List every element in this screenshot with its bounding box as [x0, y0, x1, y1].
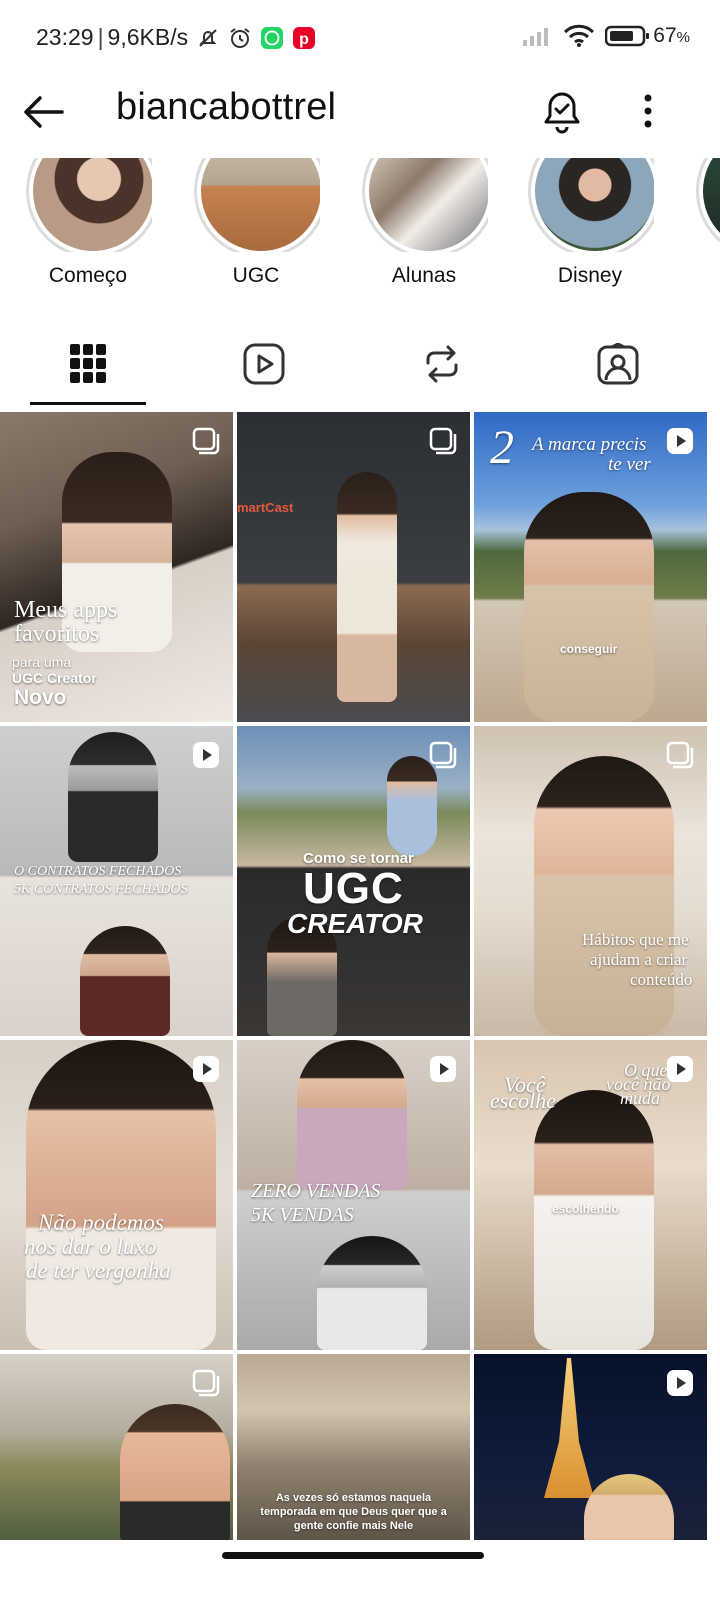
post-text: Meus apps [14, 597, 118, 623]
post-tile[interactable]: Hábitos que me ajudam a criar conteúdo [474, 726, 707, 1036]
post-text: 2 [490, 421, 514, 474]
reel-icon [430, 1056, 456, 1082]
more-vertical-icon[interactable] [636, 92, 660, 132]
back-arrow-icon[interactable] [20, 92, 68, 132]
post-tile[interactable]: martCast [237, 412, 470, 722]
post-text: temporada em que Deus quer que a [260, 1506, 447, 1518]
post-text: Novo [14, 686, 67, 709]
tab-reposts[interactable] [382, 328, 502, 400]
post-tile[interactable]: O CONTRATOS FECHADOS 5K CONTRATOS FECHAD… [0, 726, 233, 1036]
profile-header: biancabottrel [0, 78, 720, 148]
post-text: ajudam a criar [590, 950, 688, 969]
post-text: te ver [608, 454, 651, 475]
post-text: escolhendo [552, 1202, 619, 1216]
status-bar: 23:29 | 9,6KB/s p 67% [36, 24, 690, 50]
post-tile[interactable] [0, 1354, 233, 1542]
post-tile[interactable]: 2 A marca precis te ver conseguir [474, 412, 707, 722]
post-text: gente confie mais Nele [293, 1520, 414, 1532]
carousel-icon [429, 427, 457, 455]
bell-check-icon[interactable] [542, 90, 582, 136]
post-text: conteúdo [630, 970, 693, 989]
battery-icon [605, 25, 650, 47]
reel-icon [193, 1056, 219, 1082]
post-tile[interactable]: Você escolhe O que você não muda escolhe… [474, 1040, 707, 1350]
highlight-label: Começo [48, 264, 128, 287]
reposts-icon [426, 345, 458, 383]
story-highlights: Começo UGC Alunas Disney [0, 158, 720, 298]
carousel-icon [429, 741, 457, 769]
tagged-icon [597, 343, 639, 385]
signal-icon [523, 28, 549, 46]
active-tab-indicator [30, 402, 146, 405]
highlight-comeco[interactable]: Começo [18, 158, 158, 288]
post-text: ZERO VENDAS [251, 1180, 381, 1202]
tab-reels[interactable] [204, 328, 324, 400]
post-text: UGC [303, 864, 404, 913]
carousel-icon [192, 1369, 220, 1397]
wifi-icon [564, 24, 595, 47]
post-text: Não podemos [38, 1210, 164, 1235]
post-text: nos dar o luxo [24, 1234, 157, 1259]
alarm-icon [230, 27, 250, 48]
reel-icon [667, 428, 693, 454]
status-time: 23:29 [36, 24, 94, 50]
post-tile[interactable]: As vezes só estamos naquela temporada em… [237, 1354, 470, 1542]
post-tile[interactable]: ZERO VENDAS 5K VENDAS [237, 1040, 470, 1350]
battery-percent: 67 [653, 24, 677, 47]
system-nav-bar [0, 1540, 720, 1600]
reel-icon [667, 1056, 693, 1082]
post-text: UGC Creator [12, 670, 97, 686]
post-tile[interactable]: Não podemos nos dar o luxo de ter vergon… [0, 1040, 233, 1350]
post-text: O CONTRATOS FECHADOS [14, 864, 182, 879]
pinterest-icon: p [293, 26, 316, 49]
profile-username: biancabottrel [116, 86, 337, 128]
highlight-disney[interactable]: Disney [520, 158, 660, 288]
muted-bell-icon [199, 28, 217, 47]
home-indicator[interactable] [222, 1552, 484, 1559]
whatsapp-icon [261, 26, 284, 49]
post-text: martCast [237, 500, 294, 515]
highlight-partial[interactable] [688, 158, 720, 252]
post-tile[interactable] [474, 1354, 707, 1542]
profile-tabs [0, 328, 720, 408]
post-text: 5K VENDAS [251, 1204, 354, 1226]
tab-grid[interactable] [28, 328, 148, 400]
battery-unit: % [676, 29, 690, 46]
grid-icon [70, 344, 106, 383]
post-tile[interactable]: Como se tornar UGC CREATOR [237, 726, 470, 1036]
post-tile[interactable]: Meus apps favoritos para uma UGC Creator… [0, 412, 233, 722]
highlight-ugc[interactable]: UGC [186, 158, 326, 288]
post-text: muda [620, 1088, 660, 1108]
post-text: A marca precis [532, 434, 647, 455]
highlight-label: Alunas [391, 264, 457, 287]
post-text: CREATOR [287, 908, 423, 939]
post-text: de ter vergonha [26, 1258, 171, 1283]
post-text: 5K CONTRATOS FECHADOS [14, 882, 188, 897]
reel-icon [667, 1370, 693, 1396]
post-text: conseguir [560, 642, 618, 656]
carousel-icon [192, 427, 220, 455]
highlight-label: Disney [557, 264, 623, 287]
network-speed: 9,6KB/s [107, 24, 189, 50]
highlight-label: UGC [232, 264, 280, 287]
reels-icon [243, 343, 285, 385]
carousel-icon [666, 741, 694, 769]
tab-tagged[interactable] [558, 328, 678, 400]
svg-text:p: p [299, 31, 309, 48]
highlight-alunas[interactable]: Alunas [354, 158, 494, 288]
post-text: Hábitos que me [582, 930, 689, 949]
post-text: As vezes só estamos naquela [275, 1492, 432, 1504]
post-text: para uma [12, 654, 72, 670]
reel-icon [193, 742, 219, 768]
post-text: favoritos [14, 621, 100, 647]
post-text: escolhe [490, 1088, 556, 1113]
